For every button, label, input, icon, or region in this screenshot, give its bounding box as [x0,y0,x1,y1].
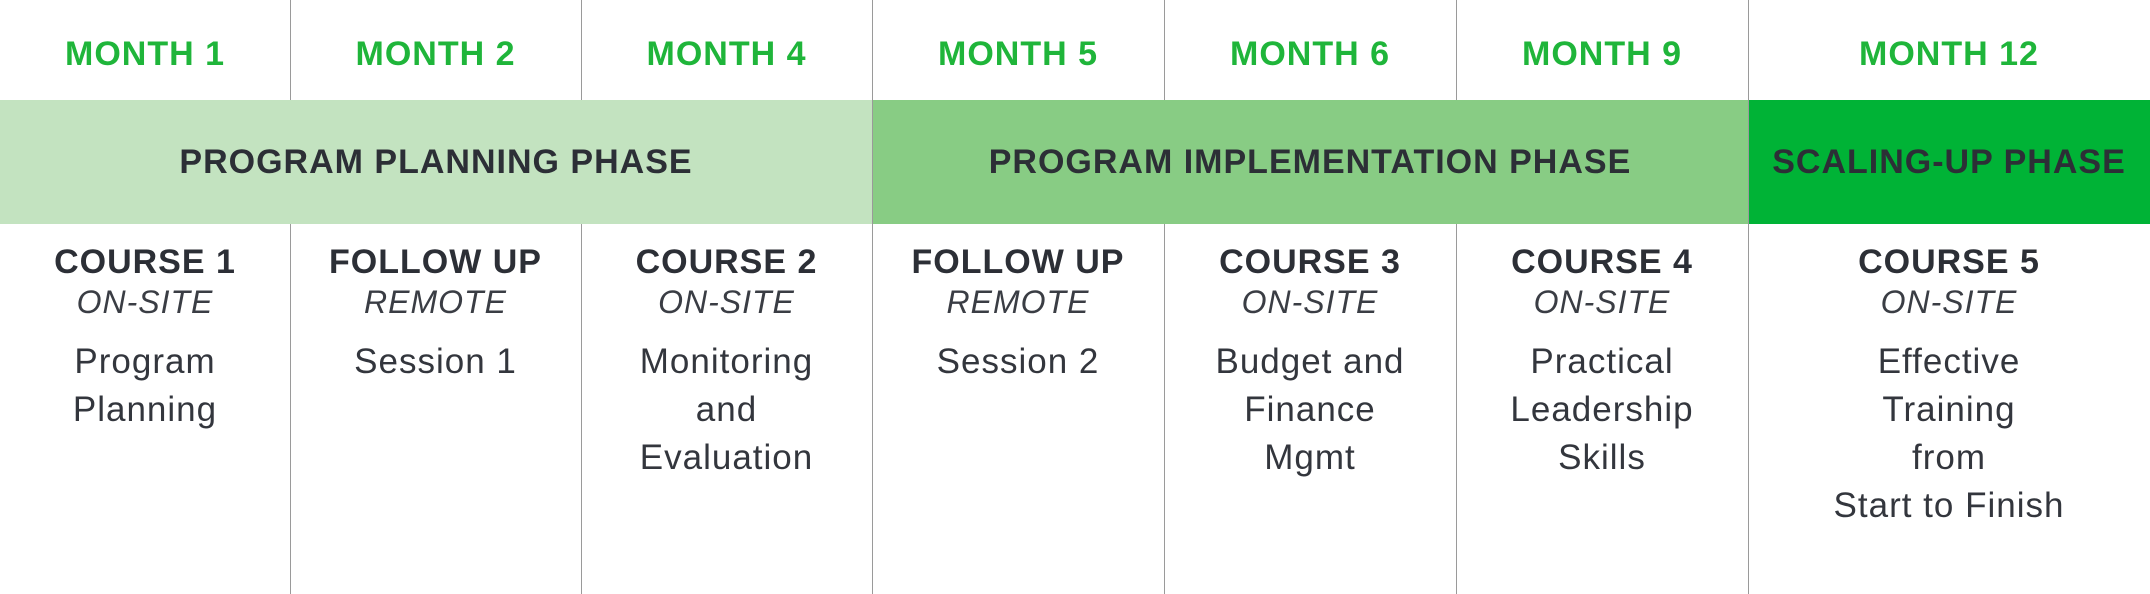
course-description-line: Monitoring [639,342,814,381]
course-description: Monitoring and Evaluation [581,338,872,482]
course-description-line: Session 2 [936,342,1100,381]
phase-band: SCALING-UP PHASE [1748,100,2150,224]
column-divider [1164,0,1165,100]
course-description-line: Start to Finish [1833,486,2065,525]
phase-band: PROGRAM PLANNING PHASE [0,100,872,224]
course-description-line: and [695,390,758,429]
phase-divider [1748,100,1749,224]
course-description: Session 2 [872,338,1164,386]
column-divider [290,0,291,100]
course-description: Budget and Finance Mgmt [1164,338,1456,482]
course-description-line: from [1912,438,1986,477]
month-label: MONTH 12 [1859,35,2039,73]
month-label: MONTH 4 [646,35,807,73]
column-divider [1748,0,1749,100]
course-title: FOLLOW UP [329,243,542,281]
month-header-row: MONTH 1 MONTH 2 MONTH 4 MONTH 5 MONTH 6 MONTH… [0,0,2150,100]
month-label: MONTH 2 [355,35,516,73]
course-title: COURSE 3 [1219,243,1401,281]
column-divider [1456,0,1457,100]
course-mode: ON-SITE [1880,284,2018,320]
course-mode: REMOTE [946,284,1090,320]
course-description: Effective Training from Start to Finish [1748,338,2150,530]
course-description-line: Planning [72,390,218,429]
course-mode: ON-SITE [658,284,795,320]
course-column: COURSE 2 ON-SITE Monitoring and Evaluation [581,224,872,594]
column-divider [290,224,291,594]
course-description-line: Session 1 [354,342,517,381]
course-description: Program Planning [0,338,290,434]
course-description: Session 1 [290,338,581,386]
month-label: MONTH 5 [938,35,1098,73]
month-label: MONTH 9 [1522,35,1682,73]
course-title: FOLLOW UP [911,243,1125,281]
column-divider [872,0,873,100]
course-title: COURSE 4 [1511,243,1693,281]
course-title: COURSE 2 [635,243,818,281]
course-mode: REMOTE [364,284,507,320]
course-description-line: Evaluation [639,438,814,477]
phase-band: PROGRAM IMPLEMENTATION PHASE [872,100,1748,224]
course-description-line: Program [74,342,216,381]
column-divider [1164,224,1165,594]
phase-divider [872,100,873,224]
column-divider [872,224,873,594]
course-column: FOLLOW UP REMOTE Session 1 [290,224,581,594]
course-column: FOLLOW UP REMOTE Session 2 [872,224,1164,594]
course-title: COURSE 5 [1858,243,2040,281]
program-timeline: MONTH 1 MONTH 2 MONTH 4 MONTH 5 MONTH 6 MONTH… [0,0,2150,594]
course-column: COURSE 4 ON-SITE Practical Leadership Skills [1456,224,1748,594]
course-description: Practical Leadership Skills [1456,338,1748,482]
course-column: COURSE 3 ON-SITE Budget and Finance Mgmt [1164,224,1456,594]
course-description-line: Skills [1558,438,1646,477]
course-column: COURSE 1 ON-SITE Program Planning [0,224,290,594]
course-description-line: Practical [1530,342,1674,381]
course-description-line: Finance [1244,390,1376,429]
course-mode: ON-SITE [76,284,214,320]
course-description-line: Budget and [1215,342,1405,381]
column-divider [581,0,582,100]
course-description-line: Training [1882,390,2016,429]
month-label: MONTH 6 [1230,35,1390,73]
course-description-line: Mgmt [1264,438,1356,477]
column-divider [581,224,582,594]
course-mode: ON-SITE [1241,284,1379,320]
course-mode: ON-SITE [1533,284,1671,320]
course-title: COURSE 1 [54,243,236,281]
month-label: MONTH 1 [65,35,225,73]
column-divider [1748,224,1749,594]
course-description-line: Leadership [1510,390,1694,429]
course-column: COURSE 5 ON-SITE Effective Training from Star… [1748,224,2150,594]
phase-band-row: PROGRAM PLANNING PHASE PROGRAM IMPLEMENTA… [0,100,2150,224]
column-divider [1456,224,1457,594]
course-description-line: Effective [1877,342,2021,381]
